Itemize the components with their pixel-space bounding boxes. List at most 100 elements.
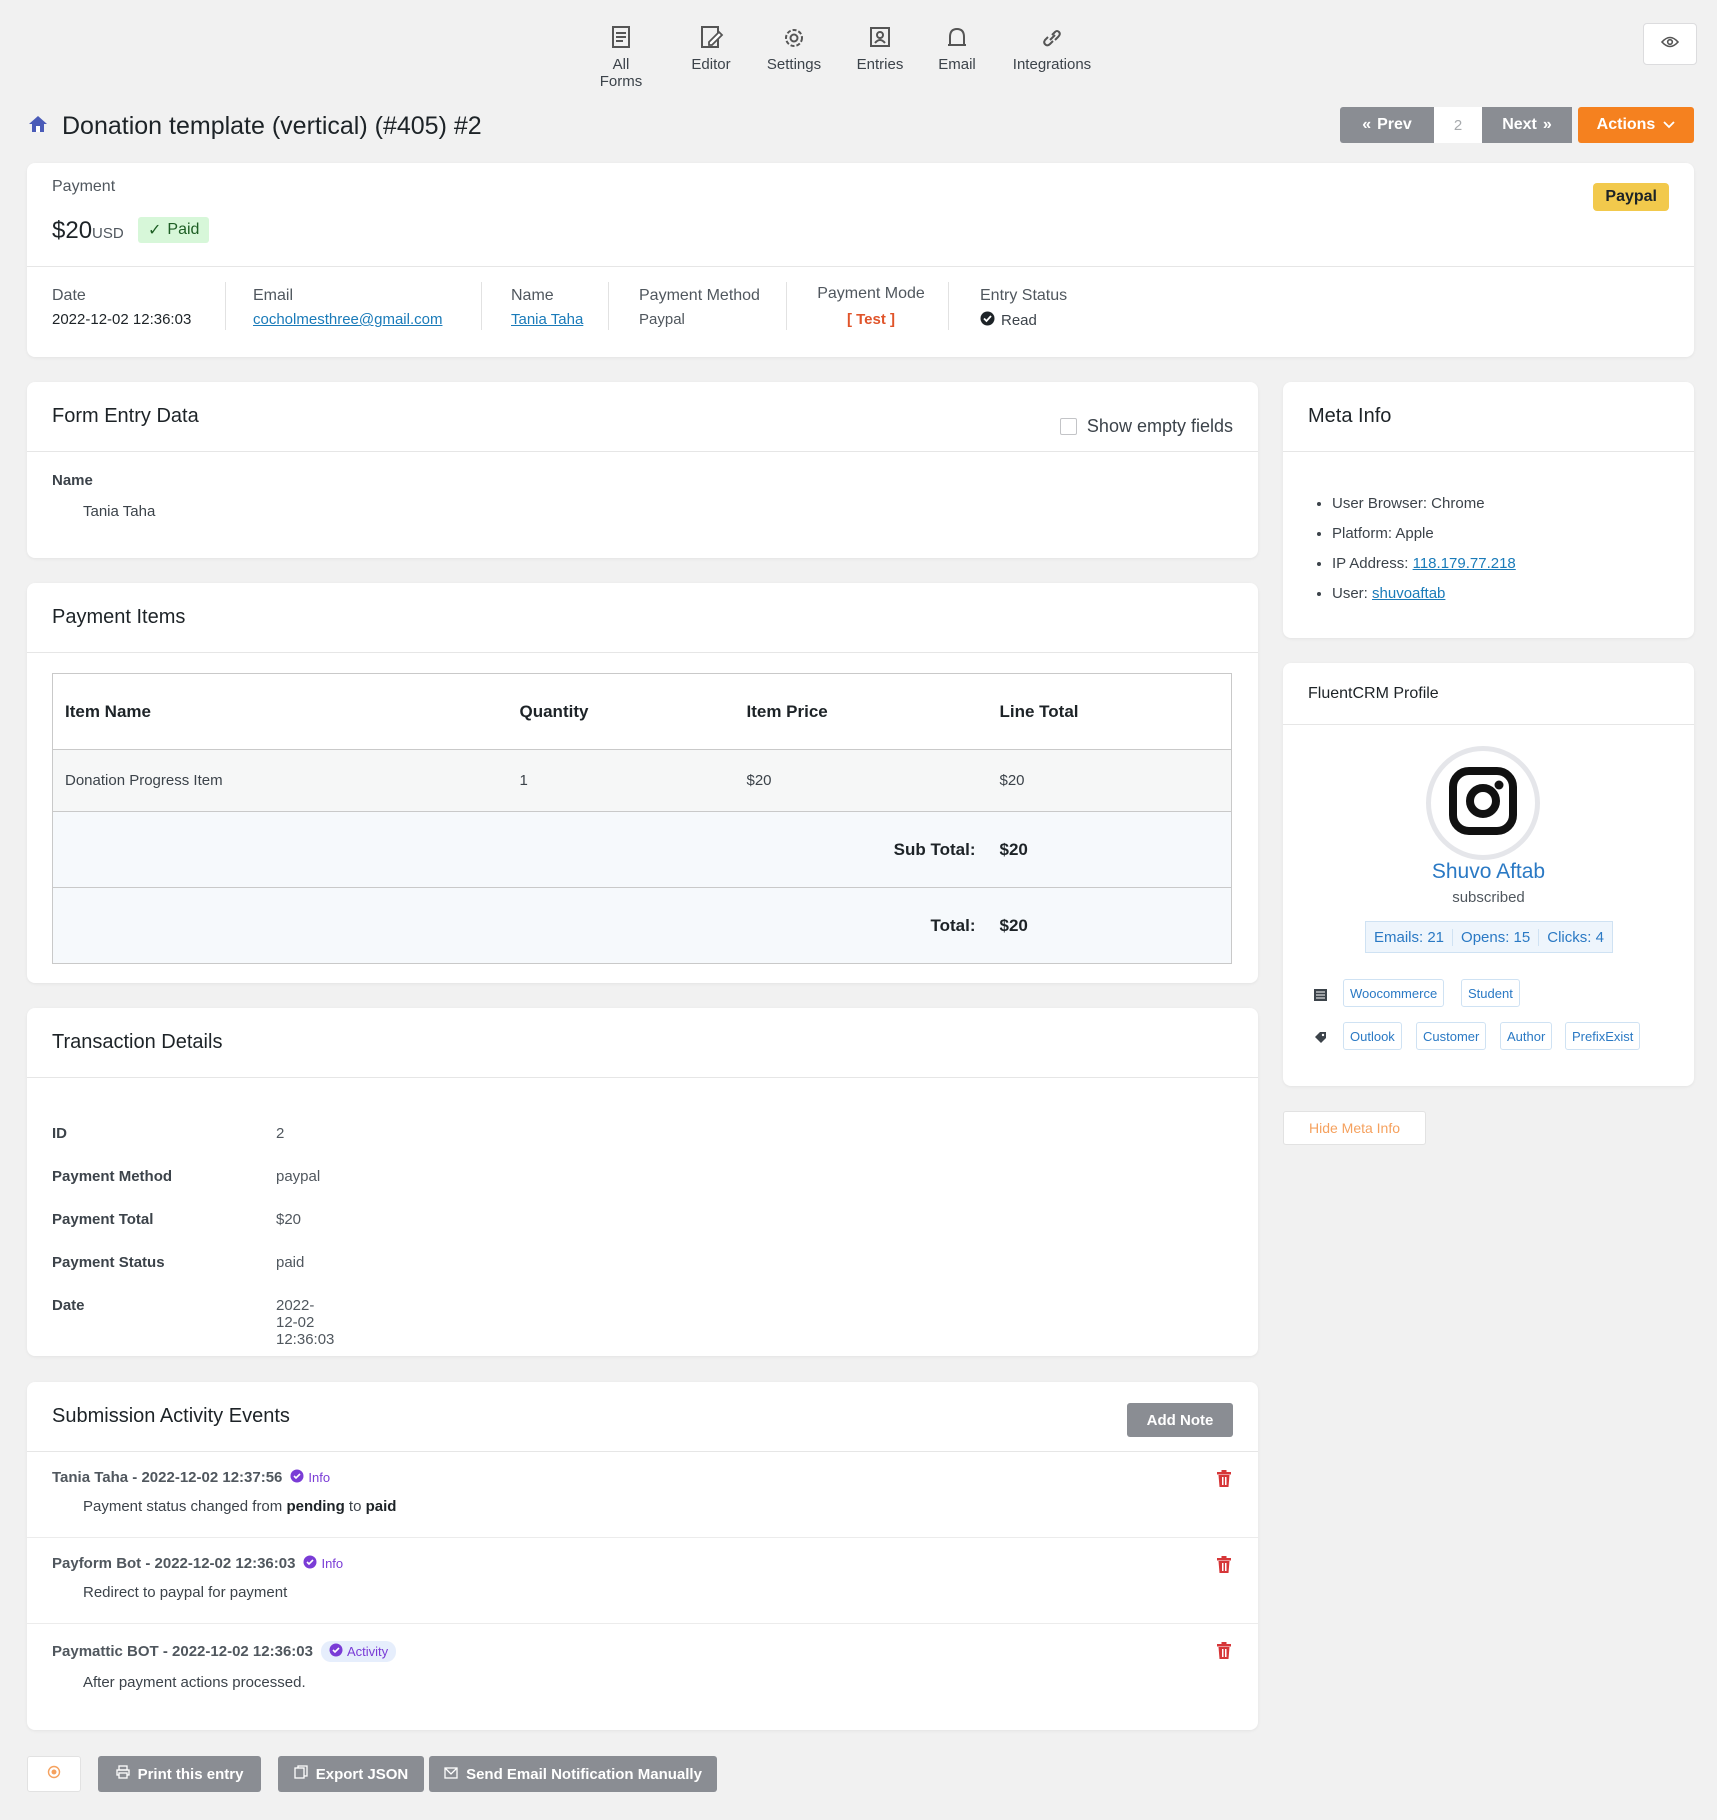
print-label: Print this entry: [137, 1765, 244, 1783]
prev-button[interactable]: « Prev: [1340, 107, 1434, 143]
field-label: Payment Mode: [817, 285, 925, 302]
field-value: Paypal: [639, 311, 685, 328]
meta-user: User: shuvoaftab: [1332, 579, 1516, 609]
nav-label: Integrations: [1012, 56, 1092, 73]
card-header: Meta Info: [1283, 382, 1694, 452]
column-header: Item Price: [734, 673, 988, 750]
activity-badge: Activity: [320, 1641, 397, 1662]
field-value: 2022-12-02 12:36:03: [52, 311, 192, 328]
check-circle-icon: [980, 311, 995, 330]
crm-tag[interactable]: PrefixExist: [1565, 1022, 1641, 1050]
crm-name[interactable]: Shuvo Aftab: [1283, 860, 1694, 884]
activity-event: Tania Taha - 2022-12-02 12:37:56 Info Pa…: [52, 1469, 1232, 1515]
transaction-key: Payment Status: [52, 1254, 165, 1271]
preview-button[interactable]: [1643, 23, 1697, 65]
double-chevron-right-icon: »: [1542, 116, 1552, 133]
trash-icon[interactable]: [1216, 1556, 1232, 1574]
amount-currency: USD: [92, 225, 124, 242]
export-label: Export JSON: [315, 1765, 409, 1783]
tag-icon: [1314, 1031, 1327, 1049]
nav-integrations[interactable]: Integrations: [1010, 24, 1094, 73]
ip-link[interactable]: 118.179.77.218: [1413, 555, 1516, 572]
export-json-button[interactable]: Export JSON: [278, 1756, 424, 1792]
divider: [225, 282, 226, 330]
divider: [608, 282, 609, 330]
page-number: 2: [1434, 107, 1482, 143]
card-title: Submission Activity Events: [52, 1405, 290, 1427]
print-icon: [115, 1765, 130, 1783]
nav-label: Email: [938, 56, 976, 73]
info-badge: Info: [290, 1469, 330, 1486]
field-label: Entry Status: [980, 287, 1068, 304]
print-entry-button[interactable]: Print this entry: [98, 1756, 261, 1792]
event-message: After payment actions processed.: [83, 1674, 306, 1691]
transaction-key: Payment Total: [52, 1211, 154, 1228]
transaction-value: 2022-12-02 12:36:03: [276, 1297, 335, 1348]
trash-icon[interactable]: [1216, 1642, 1232, 1660]
crm-tag[interactable]: Author: [1500, 1022, 1553, 1050]
email-field: Email cocholmesthree@gmail.com: [253, 287, 442, 328]
hide-meta-info-button[interactable]: Hide Meta Info: [1283, 1111, 1426, 1145]
document-icon: [607, 24, 635, 54]
field-label: Email: [253, 287, 294, 304]
send-email-notification-button[interactable]: Send Email Notification Manually: [429, 1756, 717, 1792]
nav-email[interactable]: Email: [936, 24, 978, 73]
nav-editor[interactable]: Editor: [688, 24, 734, 73]
payment-label: Payment: [52, 178, 116, 195]
column-header: Quantity: [507, 673, 735, 750]
meta-user-label: User:: [1332, 585, 1373, 602]
event-author: Paymattic BOT - 2022-12-02 12:36:03: [52, 1643, 313, 1660]
event-message: Payment status changed from pending to p…: [83, 1498, 1232, 1515]
list-icon: [1314, 988, 1327, 1006]
nav-settings[interactable]: Settings: [764, 24, 824, 73]
nav-label: Editor: [691, 56, 731, 73]
email-label: Send Email Notification Manually: [466, 1765, 702, 1783]
user-link[interactable]: shuvoaftab: [1372, 585, 1445, 602]
email-link[interactable]: cocholmesthree@gmail.com: [253, 311, 442, 328]
nav-all-forms[interactable]: All Forms: [590, 24, 652, 90]
msg-text: Payment status changed from: [83, 1498, 287, 1515]
home-icon[interactable]: [28, 112, 48, 141]
paypal-badge: Paypal: [1593, 183, 1669, 211]
card-title: FluentCRM Profile: [1308, 684, 1439, 702]
crm-tag[interactable]: Customer: [1416, 1022, 1487, 1050]
show-empty-fields-toggle[interactable]: Show empty fields: [1059, 416, 1233, 437]
trash-icon[interactable]: [1216, 1470, 1232, 1488]
show-empty-checkbox[interactable]: [1059, 418, 1077, 435]
msg-new-status: paid: [365, 1498, 397, 1515]
meta-browser: User Browser: Chrome: [1332, 489, 1516, 519]
add-note-button[interactable]: Add Note: [1127, 1403, 1233, 1437]
card-title: Payment Items: [52, 606, 186, 628]
nav-label: Settings: [766, 56, 822, 73]
page-title-row: Donation template (vertical) (#405) #2: [28, 110, 482, 142]
instagram-icon: [1448, 766, 1518, 841]
nav-entries[interactable]: Entries: [856, 24, 904, 73]
list-tag[interactable]: Student: [1461, 979, 1520, 1007]
check-circle-icon: [303, 1555, 317, 1572]
subtotal-value: $20: [987, 811, 1232, 888]
crm-tag[interactable]: Outlook: [1343, 1022, 1402, 1050]
name-link[interactable]: Tania Taha: [511, 311, 583, 328]
card-header: Transaction Details: [27, 1008, 1258, 1078]
transaction-value: paypal: [276, 1168, 321, 1185]
total-label: Total:: [52, 887, 988, 964]
actions-button[interactable]: Actions: [1578, 107, 1694, 143]
field-label: Payment Method: [639, 287, 760, 304]
table-cell: $20: [987, 749, 1232, 812]
transaction-key: Payment Method: [52, 1168, 173, 1185]
table-cell: 1: [507, 749, 735, 812]
table-cell: Donation Progress Item: [52, 749, 508, 812]
field-label: Date: [52, 287, 86, 304]
meta-ip: IP Address: 118.179.77.218: [1332, 549, 1516, 579]
favorite-toggle-button[interactable]: [27, 1756, 81, 1792]
top-nav: All Forms Editor Settings Entries Email …: [0, 24, 1717, 90]
payment-mode-field: Payment Mode [ Test ]: [816, 285, 926, 328]
badge-label: Activity: [346, 1644, 389, 1659]
table-row: Donation Progress Item 1 $20 $20: [52, 749, 1232, 812]
list-tag[interactable]: Woocommerce: [1343, 979, 1445, 1007]
payment-items-table: Item Name Quantity Item Price Line Total…: [52, 673, 1232, 964]
next-button[interactable]: Next »: [1482, 107, 1572, 143]
next-label: Next: [1502, 116, 1537, 133]
crm-emails: Emails: 21: [1366, 928, 1454, 946]
page-title: Donation template (vertical) (#405) #2: [62, 111, 482, 140]
